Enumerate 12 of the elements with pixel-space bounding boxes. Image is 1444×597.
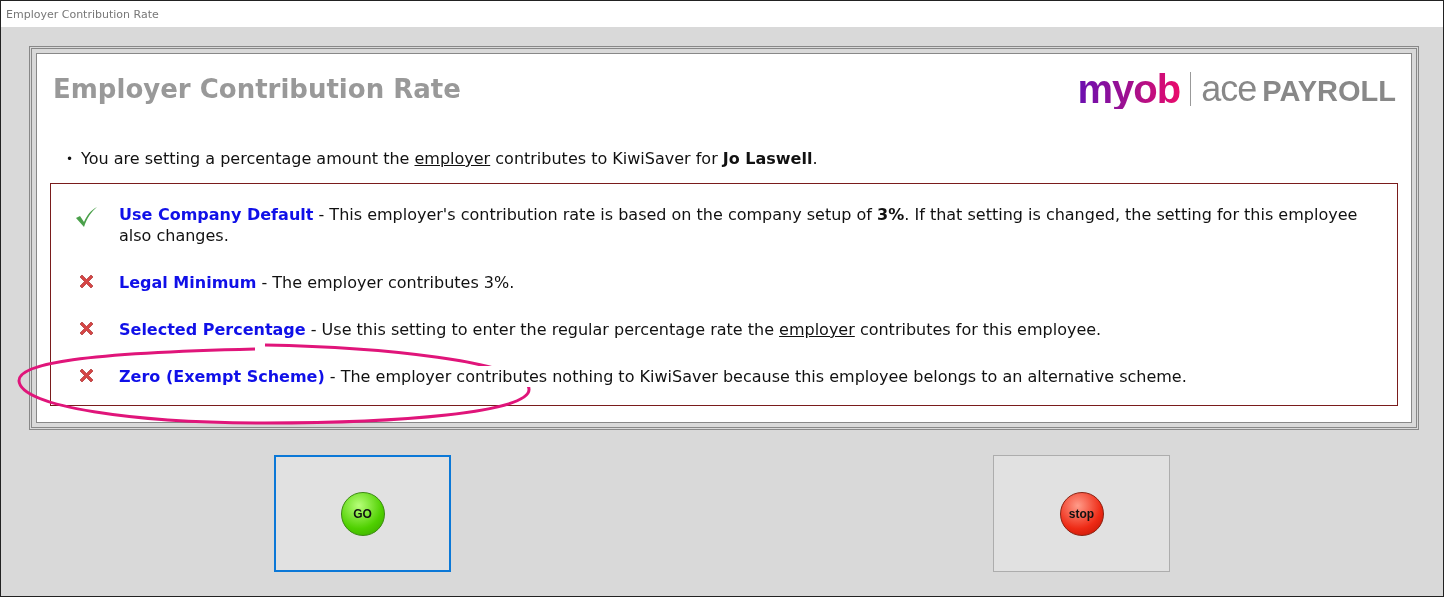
bullet-icon: • xyxy=(66,151,74,166)
option-description: Zero (Exempt Scheme) - The employer contributes nothing to KiwiSaver because this employee belongs to an alternative scheme. xyxy=(119,366,1187,387)
go-button[interactable]: GO xyxy=(274,455,451,572)
window-title: Employer Contribution Rate xyxy=(6,7,159,21)
page-title: Employer Contribution Rate xyxy=(53,74,461,104)
intro-text: You are setting a percentage amount the employer contributes to KiwiSaver for Jo Laswell. xyxy=(81,149,818,168)
cross-icon xyxy=(78,274,94,289)
stop-button[interactable]: stop xyxy=(993,455,1170,572)
product-logo-name: ace xyxy=(1201,71,1257,107)
product-logo-label: PAYROLL xyxy=(1262,77,1396,106)
cross-icon xyxy=(78,368,94,383)
cross-icon xyxy=(78,321,94,336)
